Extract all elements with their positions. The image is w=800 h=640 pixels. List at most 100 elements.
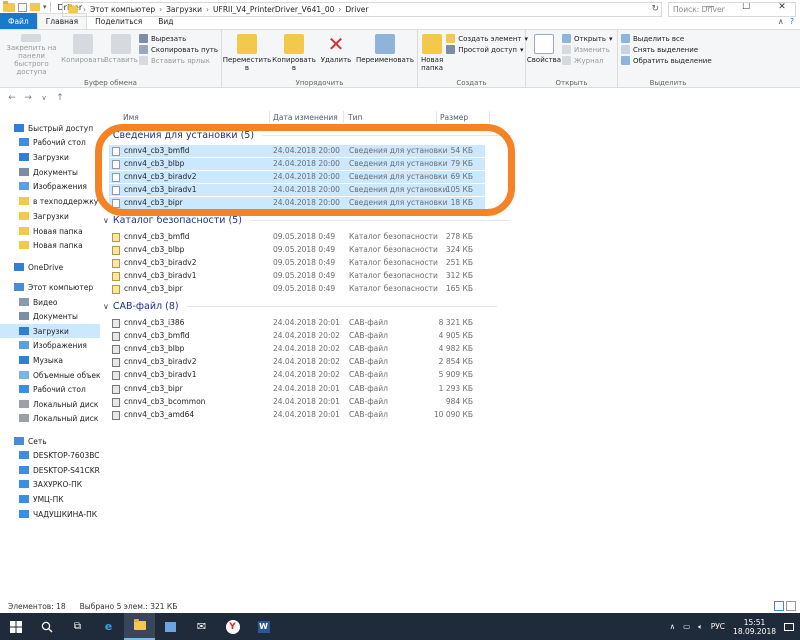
file-row[interactable]: cnnv4_cb3_blbp 09.05.2018 0:49 Каталог без…	[109, 244, 485, 256]
collapse-chevron-icon[interactable]: ∨	[103, 302, 109, 311]
sidebar-item[interactable]: Локальный диск (С	[0, 397, 100, 411]
group-header[interactable]: ∨ CAB-файл (8)	[103, 301, 497, 312]
copy-path-button[interactable]: Скопировать путь	[138, 45, 218, 54]
file-row[interactable]: cnnv4_cb3_biradv2 24.04.2018 20:02 CAB-фай…	[109, 356, 485, 368]
copy-to-button[interactable]: Копировать в	[272, 32, 316, 76]
task-view-button[interactable]: ⧉	[62, 613, 93, 640]
new-folder-button[interactable]: Новая папка	[421, 32, 443, 76]
details-view-icon[interactable]	[774, 601, 784, 611]
network-tray-icon[interactable]: ▭	[683, 622, 690, 631]
file-explorer-button[interactable]	[124, 613, 155, 640]
edit-button[interactable]: Изменить	[562, 45, 613, 54]
breadcrumb-this-pc[interactable]: Этот компьютер	[90, 5, 155, 14]
file-row[interactable]: cnnv4_cb3_bcommon 24.04.2018 20:01 CAB-фай…	[109, 396, 485, 408]
select-none-button[interactable]: Снять выделение	[621, 45, 712, 54]
file-row[interactable]: cnnv4_cb3_biradv1 24.04.2018 20:02 CAB-фай…	[109, 369, 485, 381]
word-button[interactable]: W	[248, 613, 279, 640]
show-hidden-icons-icon[interactable]: ∧	[670, 622, 676, 631]
sidebar-item[interactable]: Этот компьютер	[0, 280, 100, 294]
column-header-date[interactable]: Дата изменения	[273, 110, 338, 124]
move-to-button[interactable]: Переместить в	[223, 32, 271, 76]
forward-arrow-icon[interactable]: →	[22, 93, 34, 103]
tab-file[interactable]: Файл	[0, 13, 37, 29]
properties-icon[interactable]	[18, 2, 27, 12]
column-header-type[interactable]: Тип	[348, 110, 362, 124]
sidebar-item[interactable]: Загрузки	[0, 150, 100, 164]
address-bar[interactable]: › Этот компьютер › Загрузки › UFRII_V4_P…	[62, 2, 662, 17]
sidebar-item[interactable]: УМЦ-ПК	[0, 492, 100, 506]
sidebar-item[interactable]: Видео	[0, 295, 100, 309]
collapse-chevron-icon[interactable]: ∨	[103, 216, 109, 225]
file-row[interactable]: cnnv4_cb3_biradv2 09.05.2018 0:49 Каталог …	[109, 257, 485, 269]
help-icon[interactable]: ?	[790, 17, 794, 26]
breadcrumb-driver-package[interactable]: UFRII_V4_PrinterDriver_V641_00	[213, 5, 334, 14]
sidebar-item[interactable]: Быстрый доступ	[0, 121, 100, 135]
customize-qa-icon[interactable]: ▾	[43, 3, 47, 11]
sidebar-item[interactable]: DESKTOP-7603BC5	[0, 448, 100, 462]
file-row[interactable]: cnnv4_cb3_bmfld 24.04.2018 20:02 CAB-файл 4…	[109, 330, 485, 342]
sidebar-item[interactable]: Изображения	[0, 179, 100, 193]
sidebar-item[interactable]: ЧАДУШКИНА-ПК	[0, 507, 100, 521]
sidebar-item[interactable]: Рабочий стол	[0, 382, 100, 396]
clock[interactable]: 15:51 18.09.2018	[733, 618, 776, 636]
group-header[interactable]: ∨ Каталог безопасности (5)	[103, 215, 510, 226]
properties-button[interactable]: Свойства	[527, 32, 561, 76]
sidebar-item[interactable]: Загрузки	[0, 209, 100, 223]
file-row[interactable]: cnnv4_cb3_biradv1 09.05.2018 0:49 Каталог …	[109, 270, 485, 282]
up-arrow-icon[interactable]: ↑	[54, 93, 66, 103]
store-button[interactable]	[155, 613, 186, 640]
sidebar-item[interactable]: в техподдержку Са	[0, 194, 100, 208]
pin-quick-access-button[interactable]: Закрепить на панели быстрого доступа	[3, 32, 60, 76]
invert-selection-button[interactable]: Обратить выделение	[621, 56, 712, 65]
easy-access-button[interactable]: Простой доступ ▾	[446, 45, 528, 54]
open-button[interactable]: Открыть ▾	[562, 34, 613, 43]
rename-button[interactable]: Переименовать	[356, 32, 414, 76]
file-row[interactable]: cnnv4_cb3_bmfld 09.05.2018 0:49 Каталог бе…	[109, 231, 485, 243]
sidebar-item[interactable]: Локальный диск (E	[0, 411, 100, 425]
volume-icon[interactable]: 🔈︎	[698, 622, 703, 632]
sidebar-item[interactable]: Музыка	[0, 353, 100, 367]
recent-dropdown-icon[interactable]: ∨	[38, 94, 50, 102]
file-row[interactable]: cnnv4_cb3_bipr 24.04.2018 20:01 CAB-файл 1 …	[109, 383, 485, 395]
sidebar-item[interactable]: ЗАХУРКО-ПК	[0, 477, 100, 491]
search-taskbar-button[interactable]	[31, 613, 62, 640]
start-button[interactable]	[0, 613, 31, 640]
history-button[interactable]: Журнал	[562, 56, 613, 65]
file-row[interactable]: cnnv4_cb3_i386 24.04.2018 20:01 CAB-файл 8 …	[109, 317, 485, 329]
file-row[interactable]: cnnv4_cb3_amd64 24.04.2018 20:01 CAB-файл 1…	[109, 409, 485, 421]
breadcrumb-driver[interactable]: Driver	[345, 5, 368, 14]
paste-button[interactable]: Вставить	[104, 32, 138, 76]
sidebar-item[interactable]: Рабочий стол	[0, 135, 100, 149]
yandex-browser-button[interactable]: Y	[217, 613, 248, 640]
file-row[interactable]: cnnv4_cb3_blbp 24.04.2018 20:02 CAB-файл 4 …	[109, 343, 485, 355]
sidebar-item[interactable]: Изображения	[0, 338, 100, 352]
breadcrumb-downloads[interactable]: Загрузки	[166, 5, 202, 14]
sidebar-item[interactable]: Новая папка	[0, 238, 100, 252]
column-header-size[interactable]: Размер	[440, 110, 468, 124]
sidebar-item[interactable]: Сеть	[0, 434, 100, 448]
mail-button[interactable]: ✉	[186, 613, 217, 640]
back-arrow-icon[interactable]: ←	[6, 93, 18, 103]
sidebar-item[interactable]: Документы	[0, 309, 100, 323]
notifications-icon[interactable]	[784, 622, 794, 631]
sidebar-item[interactable]: Документы	[0, 165, 100, 179]
sidebar-item[interactable]: DESKTOP-S41CKRD	[0, 463, 100, 477]
select-all-button[interactable]: Выделить все	[621, 34, 712, 43]
collapse-ribbon-icon[interactable]: ∧	[778, 17, 784, 26]
refresh-icon[interactable]: ↻	[651, 4, 659, 14]
sidebar-item[interactable]: Новая папка	[0, 224, 100, 238]
new-folder-icon[interactable]	[30, 3, 40, 11]
file-row[interactable]: cnnv4_cb3_bipr 09.05.2018 0:49 Каталог без…	[109, 283, 485, 295]
copy-button[interactable]: Копировать	[61, 32, 105, 76]
sidebar-item[interactable]: Загрузки	[0, 324, 100, 338]
sidebar-item[interactable]: Объемные объекть	[0, 368, 100, 382]
sidebar-item[interactable]: OneDrive	[0, 260, 100, 274]
column-header-name[interactable]: Имя	[123, 110, 139, 124]
cut-button[interactable]: Вырезать	[138, 34, 218, 43]
delete-button[interactable]: ✕ Удалить	[319, 32, 353, 76]
new-item-button[interactable]: Создать элемент ▾	[446, 34, 528, 43]
large-icons-view-icon[interactable]	[786, 601, 796, 611]
search-input[interactable]: Поиск: Driver	[668, 2, 796, 17]
paste-shortcut-button[interactable]: Вставить ярлык	[138, 56, 218, 65]
edge-button[interactable]: e	[93, 613, 124, 640]
